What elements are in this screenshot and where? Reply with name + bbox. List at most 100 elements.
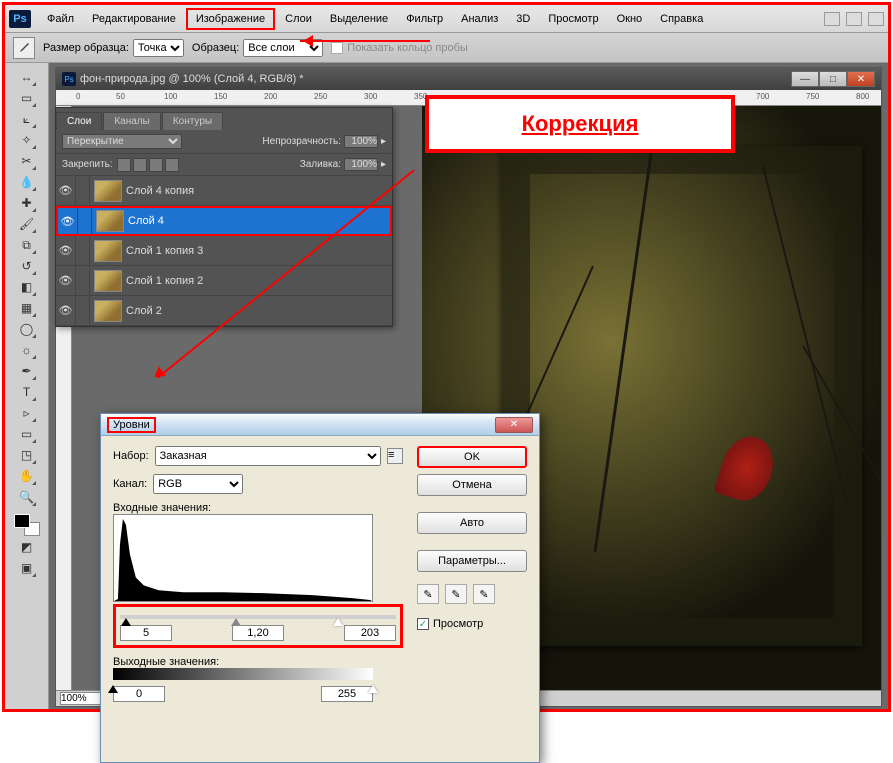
levels-titlebar[interactable]: Уровни ✕ [101,414,539,436]
workspace-icon-2[interactable] [846,12,862,26]
menu-image[interactable]: Изображение [186,8,275,30]
layer-item[interactable]: 👁 Слой 1 копия 2 [56,266,392,296]
ruler-mark: 150 [214,92,227,101]
gray-eyedropper-icon[interactable]: ✎ [445,584,467,604]
visibility-eye-icon[interactable]: 👁 [56,236,76,265]
tab-channels[interactable]: Каналы [103,112,161,130]
input-black[interactable] [120,625,172,641]
arrow-head-icon [297,35,313,47]
sample-size-select[interactable]: Точка [133,39,184,57]
fill-input[interactable] [344,158,378,171]
minimize-button[interactable]: — [791,71,819,87]
layer-item-selected[interactable]: 👁 Слой 4 [56,206,392,236]
output-white[interactable] [321,686,373,702]
auto-button[interactable]: Авто [417,512,527,534]
chevron-icon[interactable]: ▸ [381,159,386,170]
lock-pixels-icon[interactable] [133,158,147,172]
cancel-button[interactable]: Отмена [417,474,527,496]
out-black-handle[interactable] [108,680,118,693]
visibility-eye-icon[interactable]: 👁 [56,296,76,325]
white-point-handle[interactable] [333,613,343,626]
pen-tool-icon[interactable]: ✒ [17,361,37,381]
ok-button[interactable]: OK [417,446,527,468]
chevron-icon[interactable]: ▸ [381,136,386,147]
output-slider[interactable] [113,668,373,680]
menu-file[interactable]: Файл [39,10,82,28]
shape-tool-icon[interactable]: ▭ [17,424,37,444]
visibility-eye-icon[interactable]: 👁 [58,208,78,234]
workspace-icon-1[interactable] [824,12,840,26]
options-button[interactable]: Параметры... [417,550,527,572]
visibility-eye-icon[interactable]: 👁 [56,176,76,205]
layer-thumb [94,300,122,322]
preview-checkbox-row[interactable]: ✓ Просмотр [417,618,527,630]
brush-tool-icon[interactable]: 🖌 [17,214,37,234]
menu-layer[interactable]: Слои [277,10,320,28]
menu-window[interactable]: Окно [609,10,651,28]
eyedropper-icon[interactable] [13,37,35,59]
work-area: ↔ ▭ ⟀ ✧ ✂ 💧 ✚ 🖌 ⧉ ↺ ◧ ▦ ◯ ☼ ✒ T ▹ ▭ ◳ ✋ … [5,63,888,709]
layer-link-col [76,176,90,205]
input-slider[interactable] [120,615,396,619]
eraser-tool-icon[interactable]: ◧ [17,277,37,297]
menu-3d[interactable]: 3D [508,10,538,28]
workspace-icon-3[interactable] [868,12,884,26]
out-white-handle[interactable] [368,680,378,693]
output-black[interactable] [113,686,165,702]
lock-all-icon[interactable] [165,158,179,172]
blend-mode-select[interactable]: Перекрытие [62,134,182,149]
lasso-tool-icon[interactable]: ⟀ [17,109,37,129]
input-white[interactable] [344,625,396,641]
preset-menu-icon[interactable]: ≡ [387,448,403,464]
zoom-input[interactable] [60,692,104,705]
preset-select[interactable]: Заказная [155,446,381,466]
3d-tool-icon[interactable]: ◳ [17,445,37,465]
gamma-handle[interactable] [231,613,241,626]
visibility-eye-icon[interactable]: 👁 [56,266,76,295]
move-tool-icon[interactable]: ↔ [17,67,37,87]
show-ring-check[interactable]: Показать кольцо пробы [331,42,468,54]
tab-paths[interactable]: Контуры [162,112,223,130]
lock-transparency-icon[interactable] [117,158,131,172]
toolbox: ↔ ▭ ⟀ ✧ ✂ 💧 ✚ 🖌 ⧉ ↺ ◧ ▦ ◯ ☼ ✒ T ▹ ▭ ◳ ✋ … [5,63,49,709]
menu-select[interactable]: Выделение [322,10,396,28]
hand-tool-icon[interactable]: ✋ [17,466,37,486]
stamp-tool-icon[interactable]: ⧉ [17,235,37,255]
history-brush-icon[interactable]: ↺ [17,256,37,276]
document-titlebar[interactable]: Ps фон-природа.jpg @ 100% (Слой 4, RGB/8… [56,68,881,90]
layer-item[interactable]: 👁 Слой 1 копия 3 [56,236,392,266]
zoom-tool-icon[interactable]: 🔍 [17,487,37,507]
tab-layers[interactable]: Слои [56,112,102,130]
black-point-handle[interactable] [121,613,131,626]
opacity-input[interactable] [344,135,378,148]
input-gamma[interactable] [232,625,284,641]
color-swatch[interactable] [14,514,40,536]
menu-filter[interactable]: Фильтр [398,10,451,28]
maximize-button[interactable]: □ [819,71,847,87]
levels-close-button[interactable]: ✕ [495,417,533,433]
white-eyedropper-icon[interactable]: ✎ [473,584,495,604]
input-controls-highlight [113,604,403,648]
screenmode-icon[interactable]: ▣ [17,558,37,578]
path-tool-icon[interactable]: ▹ [17,403,37,423]
heal-tool-icon[interactable]: ✚ [17,193,37,213]
close-button[interactable]: ✕ [847,71,875,87]
menu-analysis[interactable]: Анализ [453,10,506,28]
levels-buttons: OK Отмена Авто Параметры... ✎ ✎ ✎ ✓ Прос… [417,446,527,702]
lock-position-icon[interactable] [149,158,163,172]
blur-tool-icon[interactable]: ◯ [17,319,37,339]
channel-select[interactable]: RGB [153,474,243,494]
eyedropper-tool-icon[interactable]: 💧 [17,172,37,192]
wand-tool-icon[interactable]: ✧ [17,130,37,150]
dodge-tool-icon[interactable]: ☼ [17,340,37,360]
marquee-tool-icon[interactable]: ▭ [17,88,37,108]
black-eyedropper-icon[interactable]: ✎ [417,584,439,604]
gradient-tool-icon[interactable]: ▦ [17,298,37,318]
crop-tool-icon[interactable]: ✂ [17,151,37,171]
menu-view[interactable]: Просмотр [540,10,606,28]
menu-edit[interactable]: Редактирование [84,10,184,28]
type-tool-icon[interactable]: T [17,382,37,402]
layer-item[interactable]: 👁 Слой 4 копия [56,176,392,206]
quickmask-icon[interactable]: ◩ [17,537,37,557]
menu-help[interactable]: Справка [652,10,711,28]
